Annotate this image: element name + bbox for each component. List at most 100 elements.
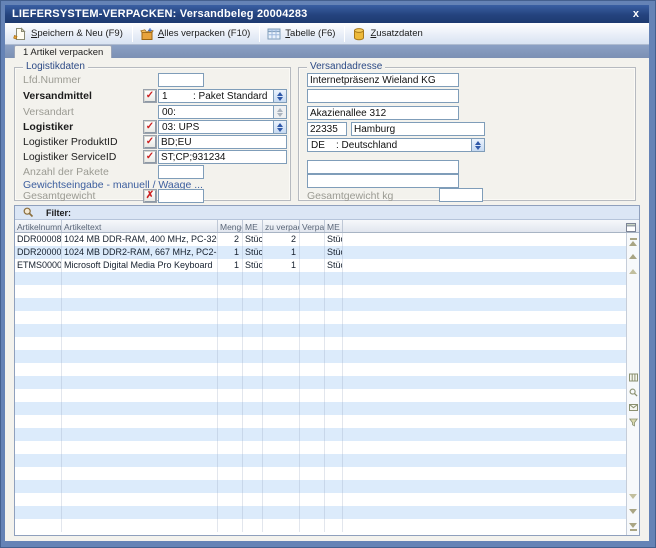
table-row[interactable]: DDR200008 1024 MB DDR2-RAM, 667 MHz, PC2… <box>15 246 626 259</box>
app-window: LIEFERSYSTEM-VERPACKEN: Versandbeleg 200… <box>0 0 656 548</box>
col-artikelnummer[interactable]: Artikelnummer <box>15 220 62 232</box>
close-button[interactable]: x <box>630 7 642 21</box>
save-and-new-button[interactable]: Speichern & Neu (F9) <box>9 24 129 44</box>
empty-cell <box>62 506 218 519</box>
empty-cell <box>243 376 263 389</box>
cell-filler <box>343 233 626 246</box>
check-flag-icon[interactable]: ✓ <box>144 121 156 133</box>
logistiker-combo[interactable]: 03: UPS <box>158 120 287 134</box>
empty-row <box>15 376 626 389</box>
col-me[interactable]: ME <box>243 220 263 232</box>
table-row[interactable]: ETMS00003 Microsoft Digital Media Pro Ke… <box>15 259 626 272</box>
combo-arrows-icon[interactable] <box>273 121 286 133</box>
tab-artikel-verpacken[interactable]: 1 Artikel verpacken <box>14 45 112 58</box>
export-icon[interactable] <box>629 403 638 412</box>
empty-cell <box>218 415 243 428</box>
col-me2[interactable]: ME <box>325 220 343 232</box>
scroll-bottom-icon[interactable] <box>629 522 638 531</box>
scroll-up-icon[interactable] <box>629 252 638 261</box>
address-name2-field[interactable] <box>307 89 459 103</box>
empty-cell <box>343 298 626 311</box>
grid-header: Artikelnummer Artikeltext Menge ME zu ve… <box>15 220 639 233</box>
address-extra2-field[interactable] <box>307 174 459 188</box>
empty-cell <box>15 298 62 311</box>
empty-row <box>15 272 626 285</box>
versandmittel-combo[interactable]: 1 : Paket Standard <box>158 89 287 103</box>
col-artikeltext[interactable]: Artikeltext <box>62 220 218 232</box>
empty-cell <box>343 506 626 519</box>
empty-cell <box>343 337 626 350</box>
table-row[interactable]: DDR00008 1024 MB DDR-RAM, 400 MHz, PC-32… <box>15 233 626 246</box>
col-menge[interactable]: Menge <box>218 220 243 232</box>
empty-cell <box>343 493 626 506</box>
empty-cell <box>343 285 626 298</box>
empty-cell <box>15 480 62 493</box>
empty-cell <box>62 311 218 324</box>
tab-strip: 1 Artikel verpacken <box>5 45 649 58</box>
empty-cell <box>325 324 343 337</box>
combo-arrows-icon[interactable] <box>471 139 484 151</box>
scroll-down-icon[interactable] <box>629 507 638 516</box>
database-cylinder-icon <box>352 27 366 41</box>
check-flag-icon[interactable]: ✓ <box>144 151 156 163</box>
empty-cell <box>263 493 300 506</box>
check-flag-icon[interactable]: ✓ <box>144 90 156 102</box>
empty-cell <box>325 272 343 285</box>
address-city-field[interactable] <box>351 122 485 136</box>
empty-cell <box>243 467 263 480</box>
filter-search-icon[interactable] <box>23 207 34 218</box>
produktid-field[interactable] <box>158 135 287 149</box>
empty-cell <box>243 389 263 402</box>
empty-cell <box>300 467 325 480</box>
cell-verpackt <box>300 259 325 272</box>
country-combo[interactable]: DE : Deutschland <box>307 138 485 152</box>
check-flag-icon[interactable]: ✓ <box>144 136 156 148</box>
empty-cell <box>300 402 325 415</box>
empty-cell <box>62 272 218 285</box>
page-up-icon[interactable] <box>629 267 638 276</box>
empty-cell <box>325 402 343 415</box>
empty-cell <box>15 454 62 467</box>
empty-cell <box>62 376 218 389</box>
empty-cell <box>263 337 300 350</box>
empty-row <box>15 519 626 532</box>
table-view-button[interactable]: Tabelle (F6) <box>263 24 341 44</box>
page-down-icon[interactable] <box>629 492 638 501</box>
empty-cell <box>343 389 626 402</box>
address-extra1-field[interactable] <box>307 160 459 174</box>
combo-arrows-icon[interactable] <box>273 90 286 102</box>
pack-all-label: Alles verpacken (F10) <box>158 28 250 39</box>
scroll-top-icon[interactable] <box>629 237 638 246</box>
versandart-label: Versandart <box>23 106 74 118</box>
empty-row <box>15 324 626 337</box>
column-chooser-icon[interactable] <box>624 220 638 232</box>
search-icon[interactable] <box>629 388 638 397</box>
gesamtgewicht-kg-field[interactable] <box>439 188 483 202</box>
address-name1-field[interactable] <box>307 73 459 87</box>
additional-data-button[interactable]: Zusatzdaten <box>348 24 428 44</box>
empty-row <box>15 454 626 467</box>
cross-flag-icon[interactable]: ✗ <box>144 190 156 202</box>
col-verpackt[interactable]: Verpackt <box>300 220 325 232</box>
anzahl-pakete-field[interactable] <box>158 165 204 179</box>
empty-cell <box>343 363 626 376</box>
gesamtgewicht-field[interactable] <box>158 189 204 203</box>
empty-cell <box>263 389 300 402</box>
empty-row <box>15 493 626 506</box>
address-zip-field[interactable] <box>307 122 347 136</box>
empty-cell <box>325 493 343 506</box>
empty-cell <box>263 519 300 532</box>
address-street-field[interactable] <box>307 106 459 120</box>
empty-cell <box>243 415 263 428</box>
lfd-nummer-field[interactable] <box>158 73 204 87</box>
col-zu-verpacken[interactable]: zu verpacke <box>263 220 300 232</box>
filter-icon[interactable] <box>629 418 638 427</box>
empty-cell <box>62 285 218 298</box>
empty-cell <box>325 415 343 428</box>
pack-all-button[interactable]: Alles verpacken (F10) <box>136 24 256 44</box>
empty-cell <box>243 337 263 350</box>
cell-artikelnummer: DDR200008 <box>15 246 62 259</box>
window-title: LIEFERSYSTEM-VERPACKEN: Versandbeleg 200… <box>12 8 308 20</box>
serviceid-field[interactable] <box>158 150 287 164</box>
columns-icon[interactable] <box>629 373 638 382</box>
